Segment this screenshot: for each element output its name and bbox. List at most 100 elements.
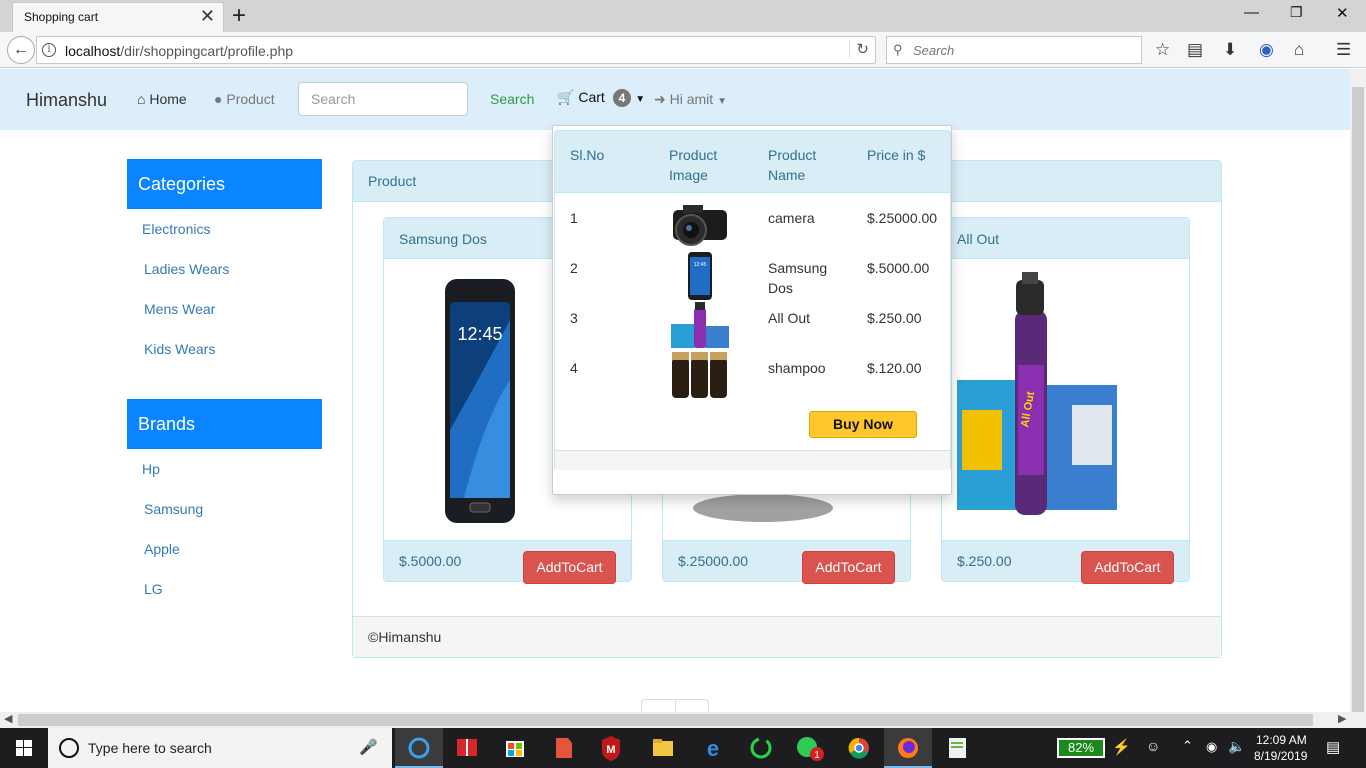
taskbar-app-firefox[interactable] [884,728,932,768]
taskbar-search-box[interactable]: Type here to search 🎤 [48,728,392,768]
brand-apple[interactable]: Apple [144,541,180,557]
clock-time[interactable]: 12:09 AM [1256,733,1307,747]
shampoo-thumbnail [672,352,727,398]
add-to-cart-button[interactable]: AddToCart [802,551,895,584]
category-ladies-wears[interactable]: Ladies Wears [144,261,229,277]
microphone-icon[interactable]: 🎤 [359,738,378,756]
cart-row-name: Samsung Dos [768,260,828,296]
brands-heading: Brands [127,399,322,449]
close-window-icon[interactable]: ✕ [1336,4,1349,22]
new-tab-button[interactable]: + [232,2,246,30]
caret-down-icon: ▼ [717,96,727,107]
product-card: All Out All Out $.250.00 AddToCart [941,217,1190,584]
product-card-footer: $.250.00 AddToCart [942,540,1189,584]
url-text: localhost/dir/shoppingcart/profile.php [65,43,293,59]
clock-date[interactable]: 8/19/2019 [1254,749,1307,763]
cart-table-footer [555,450,950,470]
store-icon [506,741,524,757]
product-icon: ● [214,91,223,107]
caret-down-icon: ▼ [635,94,646,105]
cart-row-sl: 4 [570,360,578,376]
product-price: $.25000.00 [678,553,749,569]
search-button[interactable]: Search [490,91,534,107]
volume-icon[interactable]: 🔈 [1228,738,1245,755]
category-mens-wear[interactable]: Mens Wear [144,301,215,317]
category-electronics[interactable]: Electronics [142,221,210,237]
nav-home[interactable]: ⌂ Home [137,91,187,107]
back-arrow-icon[interactable]: ← [7,36,35,64]
pagination[interactable] [641,699,709,712]
cart-table: Sl.No Product Image Product Name Price i… [554,130,951,470]
nav-cart[interactable]: 🛒 Cart 4 ▼ [557,89,645,107]
browser-tab[interactable]: Shopping cart ✕ [12,2,224,32]
close-tab-icon[interactable]: ✕ [200,6,215,27]
taskbar-app-notepad[interactable] [933,728,981,768]
wifi-icon[interactable]: ◉ [1206,739,1217,755]
home-icon: ⌂ [137,91,146,107]
horizontal-scroll-thumb[interactable] [18,714,1313,726]
col-product-name: Product Name [768,147,817,183]
scroll-right-icon[interactable]: ▶ [1338,712,1346,725]
home-icon[interactable]: ⌂ [1294,40,1304,60]
download-icon[interactable]: ⬇ [1223,40,1237,60]
power-plug-icon[interactable]: ⚡ [1112,738,1131,756]
cart-row-sl: 1 [570,210,578,226]
extension-icon[interactable]: ◉ [1259,40,1274,60]
vertical-scroll-thumb[interactable] [1352,87,1364,717]
reload-icon[interactable]: ↻ [849,40,869,58]
people-icon[interactable]: ☺ [1146,738,1160,754]
cart-row-price: $.120.00 [867,360,922,376]
menu-icon[interactable]: ☰ [1336,40,1351,60]
taskbar-app-shareit[interactable] [395,728,443,768]
taskbar-app-unknown[interactable] [539,728,587,768]
add-to-cart-button[interactable]: AddToCart [1081,551,1174,584]
taskbar-app-chrome[interactable] [835,728,883,768]
taskbar-app-file-explorer[interactable] [639,728,687,768]
sign-in-icon: ➜ [654,91,666,107]
scroll-left-icon[interactable]: ◀ [4,712,12,725]
battery-indicator[interactable]: 82% [1057,738,1105,758]
notifications-icon[interactable]: ▤ [1326,738,1340,756]
taskbar-app-edge[interactable]: e [689,728,737,768]
browser-search-placeholder: Search [913,43,955,58]
svg-text:12:45: 12:45 [694,262,707,268]
reading-list-icon[interactable]: ▤ [1187,40,1203,60]
category-kids-wears[interactable]: Kids Wears [144,341,215,357]
taskbar-search-text: Type here to search [88,740,212,756]
cart-row-name: shampoo [768,360,826,376]
minimize-icon[interactable]: — [1244,4,1259,21]
tray-chevron-up-icon[interactable]: ⌃ [1182,738,1193,754]
horizontal-scrollbar[interactable]: ◀ ▶ [0,712,1366,728]
camera-thumbnail [673,205,727,246]
browser-search-bar[interactable]: ⚲ Search [886,36,1142,64]
cart-row-sl: 2 [570,260,578,276]
brand-hp[interactable]: Hp [142,461,160,477]
vertical-scrollbar[interactable] [1350,69,1366,717]
cart-row-price: $.5000.00 [867,260,930,276]
taskbar-app-reader[interactable] [443,728,491,768]
taskbar-app-mcafee[interactable]: M [587,728,635,768]
taskbar-app-store[interactable] [491,728,539,768]
page-viewport: Himanshu ⌂ Home ● Product Search Search … [0,69,1350,712]
firefox-icon [898,738,918,758]
start-button[interactable] [0,728,48,768]
buy-now-button[interactable]: Buy Now [809,411,917,438]
brand-lg[interactable]: LG [144,581,163,597]
cart-dropdown: Sl.No Product Image Product Name Price i… [552,125,952,495]
all-out-image: All Out [957,272,1117,515]
nav-product[interactable]: ● Product [214,91,275,107]
restore-icon[interactable]: ❐ [1290,4,1303,21]
taskbar-app-green[interactable] [737,728,785,768]
info-icon[interactable]: i [42,43,56,57]
brand-logo[interactable]: Himanshu [26,90,107,111]
bookmark-star-icon[interactable]: ☆ [1155,40,1170,60]
add-to-cart-button[interactable]: AddToCart [523,551,616,584]
taskbar-app-whatsapp[interactable]: 1 [785,728,833,768]
cart-row-price: $.25000.00 [867,210,938,226]
brand-samsung[interactable]: Samsung [144,501,203,517]
url-bar[interactable]: i localhost/dir/shoppingcart/profile.php… [36,36,876,64]
product-card-footer: $.25000.00 AddToCart [663,540,910,584]
cart-row: 2 12:45 Samsung Dos $.5000.00 [555,252,950,308]
nav-user-menu[interactable]: ➜ Hi amit ▼ [654,91,727,108]
product-search-input[interactable]: Search [298,82,468,116]
